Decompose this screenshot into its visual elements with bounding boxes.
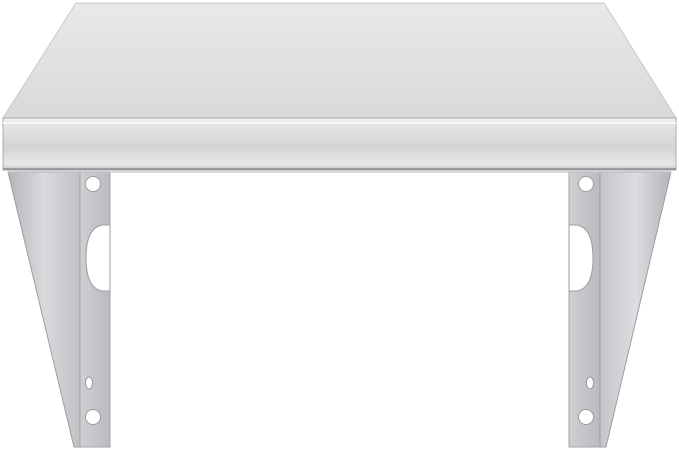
shelf-top-surface	[2, 2, 677, 119]
right-bracket	[568, 171, 672, 448]
wall-shelf-illustration	[2, 2, 677, 448]
shelf-front-lip	[2, 117, 677, 171]
product-image-stage	[0, 0, 679, 449]
lip-underside-shadow	[8, 170, 671, 173]
left-bracket	[7, 171, 111, 448]
